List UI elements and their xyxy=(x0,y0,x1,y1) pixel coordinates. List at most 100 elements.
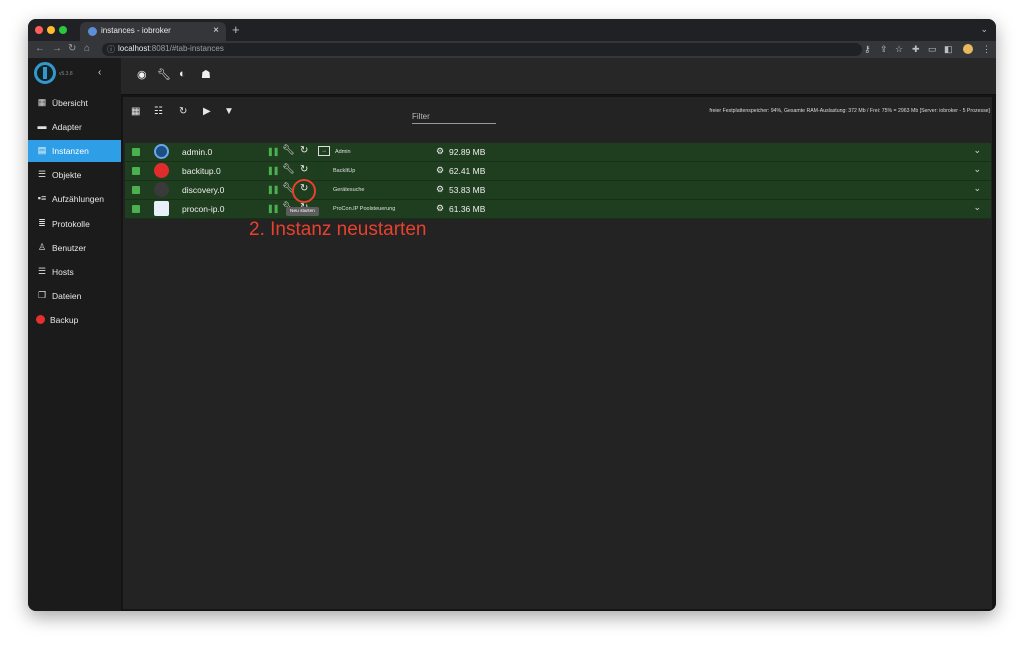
instance-title: Admin xyxy=(335,149,351,155)
minimize-window-button[interactable] xyxy=(47,26,55,34)
memory-value: 53.83 MB xyxy=(449,185,486,195)
memory-chip-icon: ⚙ xyxy=(436,203,445,213)
filter-input[interactable] xyxy=(412,123,496,124)
enabled-checkbox[interactable] xyxy=(132,167,140,175)
user-icon: ♙ xyxy=(37,242,47,252)
home-icon[interactable]: ⌂ xyxy=(84,43,90,54)
tab-search-icon[interactable]: ⌄ xyxy=(980,24,988,35)
sidebar-item-uebersicht[interactable]: ▦ Übersicht xyxy=(28,92,121,114)
memory-chip-icon: ⚙ xyxy=(436,165,445,175)
tab-title: instances - iobroker xyxy=(101,26,171,35)
sidebar-item-label: Protokolle xyxy=(52,219,90,229)
list-icon: ▤ xyxy=(37,145,47,155)
table-row: admin.0 ❚❚ 🔧︎ ↻ → Admin ⚙ 92.89 MB ⌄ xyxy=(125,143,991,162)
restart-icon[interactable]: ↻ xyxy=(300,164,308,175)
filter-icon[interactable]: ▼ xyxy=(224,106,234,117)
bookmark-star-icon[interactable]: ☆ xyxy=(895,44,903,55)
chevron-down-icon[interactable]: ⌄ xyxy=(973,202,981,213)
forward-icon[interactable]: → xyxy=(52,43,62,54)
wrench-icon[interactable]: 🔧︎ xyxy=(157,68,171,81)
instance-name: procon-ip.0 xyxy=(182,204,225,214)
browser-tab[interactable]: instances - iobroker × xyxy=(80,22,226,41)
close-window-button[interactable] xyxy=(35,26,43,34)
enabled-checkbox[interactable] xyxy=(132,186,140,194)
sidebar-item-adapter[interactable]: ▬ Adapter xyxy=(28,116,121,138)
maximize-window-button[interactable] xyxy=(59,26,67,34)
back-icon[interactable]: ← xyxy=(35,43,45,54)
address-bar[interactable]: ⓘ localhost:8081/#tab-instances xyxy=(102,43,862,56)
cast-icon[interactable]: ▭ xyxy=(928,44,937,55)
instance-title: ProCon.IP Poolsteuerung xyxy=(333,206,396,212)
expert-mode-icon[interactable]: ☗ xyxy=(201,68,211,81)
wrench-icon[interactable]: 🔧︎ xyxy=(282,164,295,175)
sidebar-item-aufzaehlungen[interactable]: ▪≡ Aufzählungen xyxy=(28,188,121,210)
host-icon: ☰ xyxy=(37,266,47,276)
key-icon[interactable]: ⚷ xyxy=(864,44,871,55)
instance-title: Gerätesuche xyxy=(333,187,365,193)
memory-chip-icon: ⚙ xyxy=(436,184,445,194)
pause-icon[interactable]: ❚❚ xyxy=(267,204,279,213)
site-info-icon[interactable]: ⓘ xyxy=(107,44,115,55)
backup-icon xyxy=(36,315,45,324)
sidebar-item-backup[interactable]: Backup xyxy=(28,309,121,331)
list-view-icon[interactable]: ☷ xyxy=(154,106,163,117)
sidepanel-icon[interactable]: ◧ xyxy=(944,44,953,55)
sidebar-item-dateien[interactable]: ❐ Dateien xyxy=(28,285,121,307)
enabled-checkbox[interactable] xyxy=(132,205,140,213)
sidebar-item-benutzer[interactable]: ♙ Benutzer xyxy=(28,237,121,259)
store-icon: ▬ xyxy=(37,121,47,131)
share-icon[interactable]: ⇪ xyxy=(880,44,888,55)
play-icon[interactable]: ▶ xyxy=(203,106,211,117)
grid-icon: ▦ xyxy=(37,97,47,107)
chevron-down-icon[interactable]: ⌄ xyxy=(973,164,981,175)
chevron-down-icon[interactable]: ⌄ xyxy=(973,145,981,156)
version-label: v5.3.8 xyxy=(59,71,73,77)
favicon-icon xyxy=(88,27,97,36)
sidebar-item-label: Backup xyxy=(50,315,79,325)
instance-name: discovery.0 xyxy=(182,185,225,195)
sidebar-item-label: Objekte xyxy=(52,170,82,180)
collapse-sidebar-icon[interactable]: ‹ xyxy=(98,67,101,78)
table-row: discovery.0 ❚❚ 🔧︎ ↻ Gerätesuche ⚙ 53.83 … xyxy=(125,181,991,200)
wrench-icon[interactable]: 🔧︎ xyxy=(282,145,295,156)
procon-adapter-icon xyxy=(154,201,169,216)
chevron-down-icon[interactable]: ⌄ xyxy=(973,183,981,194)
sidebar: v5.3.8 ‹ ▦ Übersicht ▬ Adapter ▤ Instanz… xyxy=(28,58,121,611)
sidebar-item-objekte[interactable]: ☰ Objekte xyxy=(28,164,121,186)
app-toolbar: ◉ 🔧︎ ◐ ☗ xyxy=(121,58,996,95)
table-row: backitup.0 ❚❚ 🔧︎ ↻ BackItUp ⚙ 62.41 MB ⌄ xyxy=(125,162,991,181)
filter-label: Filter xyxy=(412,112,430,121)
memory-value: 61.36 MB xyxy=(449,204,486,214)
open-link-icon[interactable]: → xyxy=(318,146,330,156)
reload-icon[interactable]: ↻ xyxy=(179,106,187,117)
sidebar-item-protokolle[interactable]: ≣ Protokolle xyxy=(28,213,121,235)
restart-tooltip: Neu starten xyxy=(286,207,319,216)
theme-toggle-icon[interactable]: ◐ xyxy=(179,68,186,80)
grid-view-icon[interactable]: ▦ xyxy=(131,106,140,117)
discovery-adapter-icon xyxy=(154,182,169,197)
sidebar-item-label: Aufzählungen xyxy=(52,194,104,204)
instances-panel: ▦ ☷ ↻ ▶ ▼ Filter freier Festplattenspeic… xyxy=(123,97,992,609)
pause-icon[interactable]: ❚❚ xyxy=(267,185,279,194)
more-menu-icon[interactable]: ⋮ xyxy=(982,44,991,55)
system-status-text: freier Festplattenspeicher: 94%, Gesamte… xyxy=(709,108,990,114)
new-tab-icon[interactable]: + xyxy=(232,22,240,37)
extensions-icon[interactable]: ✚ xyxy=(912,44,920,55)
sidebar-item-label: Hosts xyxy=(52,267,74,277)
highlight-circle xyxy=(292,179,316,203)
sidebar-item-instanzen[interactable]: ▤ Instanzen xyxy=(28,140,121,162)
close-tab-icon[interactable]: × xyxy=(213,25,219,36)
pause-icon[interactable]: ❚❚ xyxy=(267,166,279,175)
enabled-checkbox[interactable] xyxy=(132,148,140,156)
sidebar-item-label: Instanzen xyxy=(52,146,89,156)
reload-icon[interactable]: ↻ xyxy=(68,43,76,54)
admin-adapter-icon xyxy=(154,144,169,159)
tab-strip: instances - iobroker × + ⌄ xyxy=(28,19,996,41)
pause-icon[interactable]: ❚❚ xyxy=(267,147,279,156)
browser-window: instances - iobroker × + ⌄ ← → ↻ ⌂ ⓘ loc… xyxy=(28,19,996,611)
restart-icon[interactable]: ↻ xyxy=(300,145,308,156)
profile-avatar[interactable] xyxy=(963,44,973,54)
url-text: localhost:8081/#tab-instances xyxy=(118,44,224,53)
sidebar-item-hosts[interactable]: ☰ Hosts xyxy=(28,261,121,283)
eye-icon[interactable]: ◉ xyxy=(137,68,147,81)
